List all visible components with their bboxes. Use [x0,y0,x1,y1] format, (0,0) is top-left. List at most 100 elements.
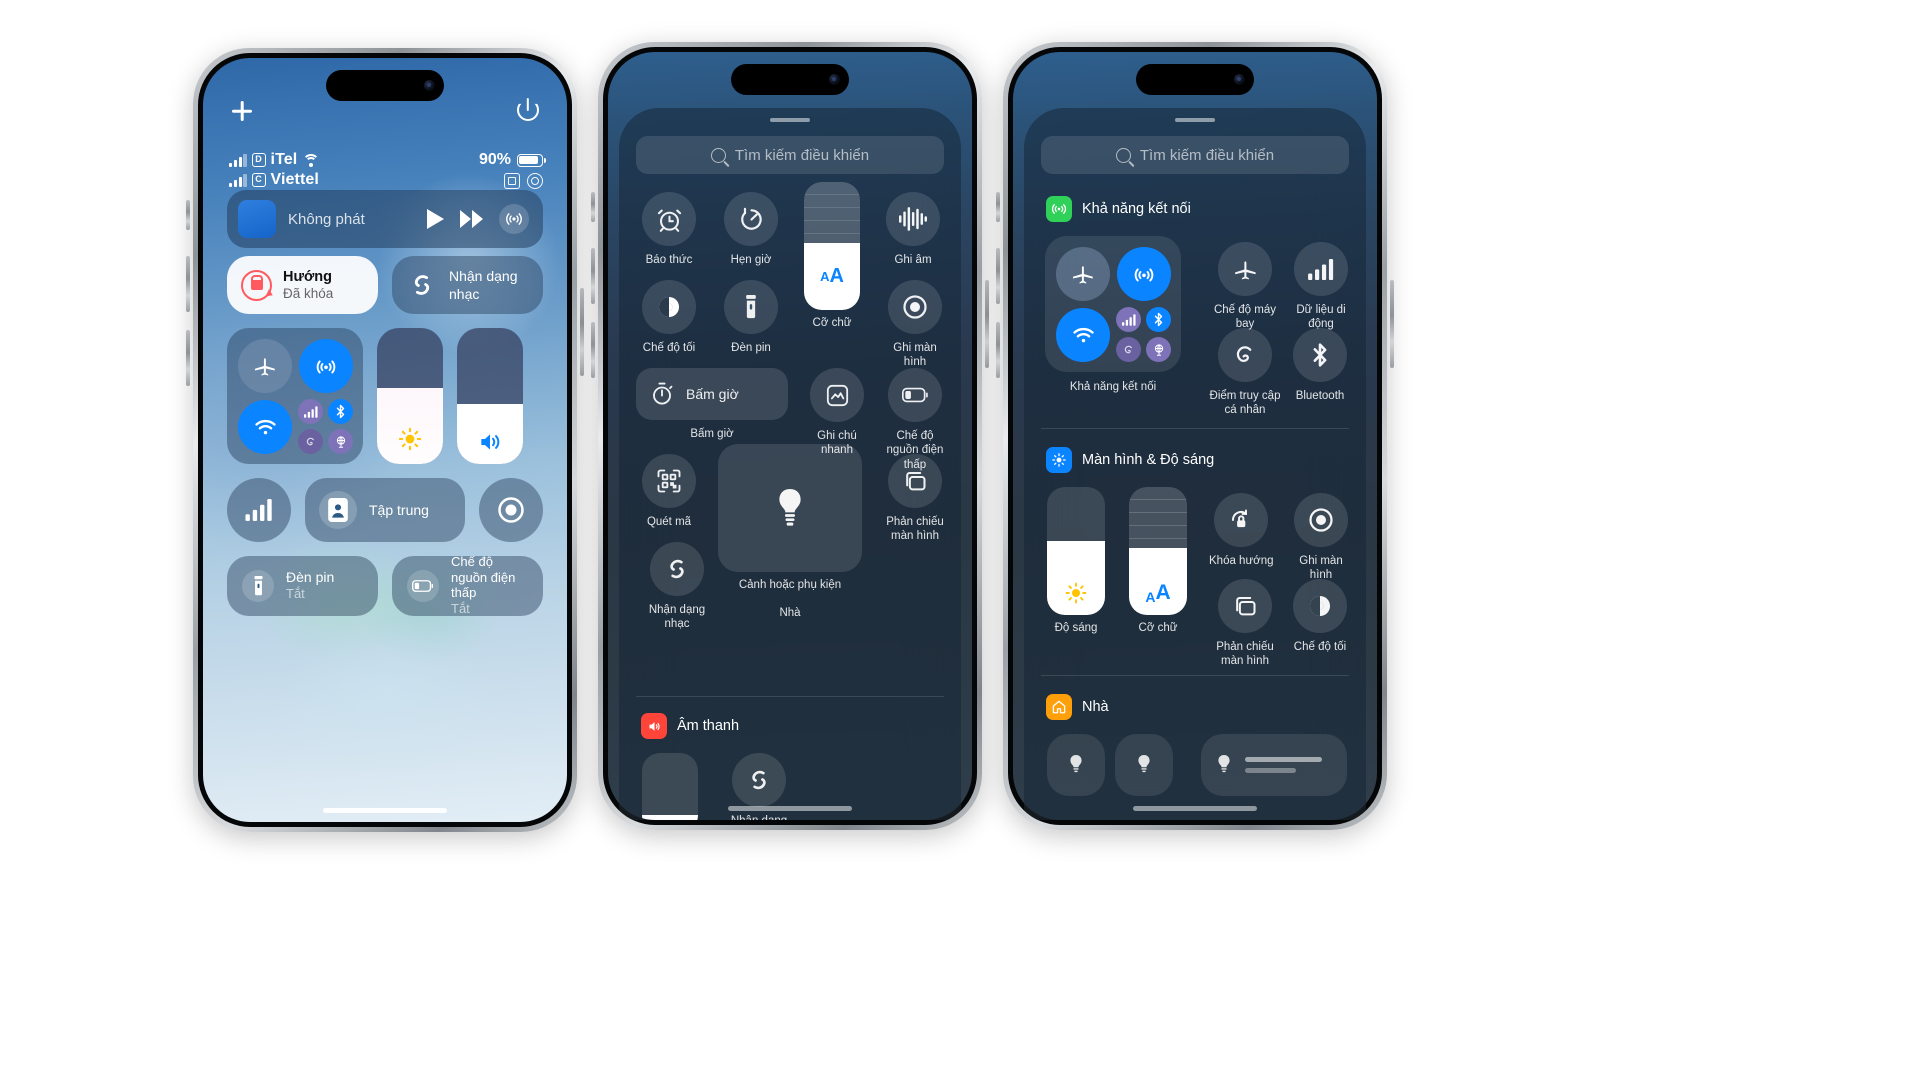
dynamic-island [1136,64,1254,95]
shazam-label-line2: nhạc [449,286,480,302]
carrier-2-label: Viettel [270,171,319,188]
wifi-icon[interactable] [238,399,292,454]
control-label: Độ sáng [1054,622,1098,634]
control-shazam[interactable]: Nhận dạng nhạc [642,542,712,632]
wifi-icon[interactable] [1056,307,1110,362]
vpn-icon[interactable] [328,429,353,454]
brightness-slider[interactable] [377,328,443,464]
cellular-tile[interactable] [227,478,291,542]
connectivity-tile[interactable] [227,328,363,464]
airdrop-icon[interactable] [298,339,353,393]
control-label: Điểm truy cập cá nhân [1209,390,1281,417]
shazam-tile[interactable]: Nhận dạng nhạc [392,256,543,314]
personal-hotspot-icon[interactable] [298,429,323,454]
control-label: Báo thức [645,254,693,266]
home-scene-widget[interactable] [718,444,862,572]
fast-forward-icon[interactable] [460,210,483,228]
media-player-card[interactable]: Không phát [227,190,543,248]
connectivity-group-tile[interactable] [1045,236,1181,372]
text-size-fill: AA [1129,548,1187,615]
control-alarm[interactable]: Báo thức [642,192,696,267]
screen-record-icon [888,280,942,334]
cellular-data-icon[interactable] [1116,307,1141,332]
power-icon[interactable] [515,97,541,123]
control-dark-mode[interactable]: Chế độ tối [1293,579,1347,654]
control-grid: Hướng Đã khóa Nhận dạng nhạc Tập trung Đ… [227,256,543,616]
control-quick-note[interactable]: Ghi chú nhanh [806,368,868,458]
control-airplane-mode[interactable]: Chế độ máy bay [1209,242,1281,332]
personal-hotspot-icon[interactable] [1116,337,1141,362]
control-screen-mirror[interactable]: Phản chiếu màn hình [886,454,944,544]
carrier-1-label: iTel [270,151,298,168]
control-label: Quét mã [646,516,692,528]
orientation-lock-tile[interactable]: Hướng Đã khóa [227,256,378,314]
orientation-title: Hướng [283,268,332,285]
control-screen-record[interactable]: Ghi màn hình [886,280,944,370]
section-divider [1041,428,1349,429]
control-rotation-lock[interactable]: Khóa hướng [1209,493,1273,568]
search-controls-input[interactable]: Tìm kiếm điều khiển [1041,136,1349,174]
control-text-size[interactable]: AA [1129,487,1187,615]
control-screen-mirror[interactable]: Phản chiếu màn hình [1209,579,1281,669]
stopwatch-pill-label: Bấm giờ [686,386,739,402]
home-accessory-tile-3[interactable] [1201,734,1347,796]
focus-tile[interactable]: Tập trung [305,478,465,542]
connectivity-section-header: Khả năng kết nối [1046,196,1344,222]
control-label: Bấm giờ [690,428,734,440]
speaker-section-icon [641,713,667,739]
wifi-icon [302,153,320,167]
control-label: Nhận dạng nhạc [648,604,706,631]
control-voice-memo[interactable]: Ghi âm [886,192,940,267]
control-text-size[interactable]: AA [804,182,860,310]
control-screen-record[interactable]: Ghi màn hình [1293,493,1349,583]
bluetooth-icon[interactable] [1146,307,1171,332]
volume-fill [457,404,523,464]
home-accessory-tile-1[interactable] [1047,734,1105,796]
dark-mode-icon [1293,579,1347,633]
flashlight-tile[interactable]: Đèn pin Tắt [227,556,378,616]
bluetooth-icon[interactable] [328,399,353,424]
control-personal-hotspot[interactable]: Điểm truy cập cá nhân [1209,328,1281,418]
screen-record-tile[interactable] [479,478,543,542]
vpn-icon[interactable] [1146,337,1171,362]
rotation-lock-icon [1214,493,1269,547]
brightness-fill [1047,540,1105,615]
control-flashlight[interactable]: Đèn pin [724,280,778,355]
cellular-data-icon[interactable] [298,399,323,424]
airplane-icon[interactable] [1056,247,1110,301]
sound-volume-slider[interactable] [642,753,698,820]
control-qr-scan[interactable]: Quét mã [642,454,696,529]
control-label: Khóa hướng [1209,555,1274,567]
control-bluetooth[interactable]: Bluetooth [1293,328,1347,403]
control-brightness[interactable] [1047,487,1105,615]
control-stopwatch[interactable]: Bấm giờ Bấm giờ [636,368,788,441]
low-power-tile[interactable]: Chế độ nguồn điện thấp Tắt [392,554,543,616]
control-cellular-data[interactable]: Dữ liệu di động [1293,242,1349,332]
control-label: Phản chiếu màn hình [886,516,944,543]
sound-section-header: Âm thanh [641,713,939,739]
alarm-clock-icon [642,192,696,246]
control-timer[interactable]: Hẹn giờ [724,192,778,267]
rotation-lock-icon [527,173,543,189]
control-label: Đèn pin [731,342,771,354]
airplay-icon[interactable] [499,204,529,234]
home-accessory-tile-2[interactable] [1115,734,1173,796]
text-size-ticks [804,182,860,244]
sheet-grabber[interactable] [770,118,810,122]
shazam-icon [732,753,786,807]
home-indicator [728,806,852,811]
search-controls-input[interactable]: Tìm kiếm điều khiển [636,136,944,174]
airplane-icon[interactable] [238,339,292,393]
search-placeholder: Tìm kiếm điều khiển [734,146,870,164]
text-size-fill: AA [804,243,860,310]
control-dark-mode[interactable]: Chế độ tối [642,280,696,355]
sheet-grabber[interactable] [1175,118,1215,122]
status-sim-1: D iTel [229,150,320,170]
play-icon[interactable] [427,209,444,229]
volume-slider[interactable] [457,328,523,464]
add-control-icon[interactable] [229,98,255,124]
phone-2: Tìm kiếm điều khiển Báo thức Chế độ tối … [591,42,989,830]
cellular-bars-icon [229,173,247,187]
airdrop-icon[interactable] [1116,247,1171,301]
airplane-icon [1218,242,1272,296]
